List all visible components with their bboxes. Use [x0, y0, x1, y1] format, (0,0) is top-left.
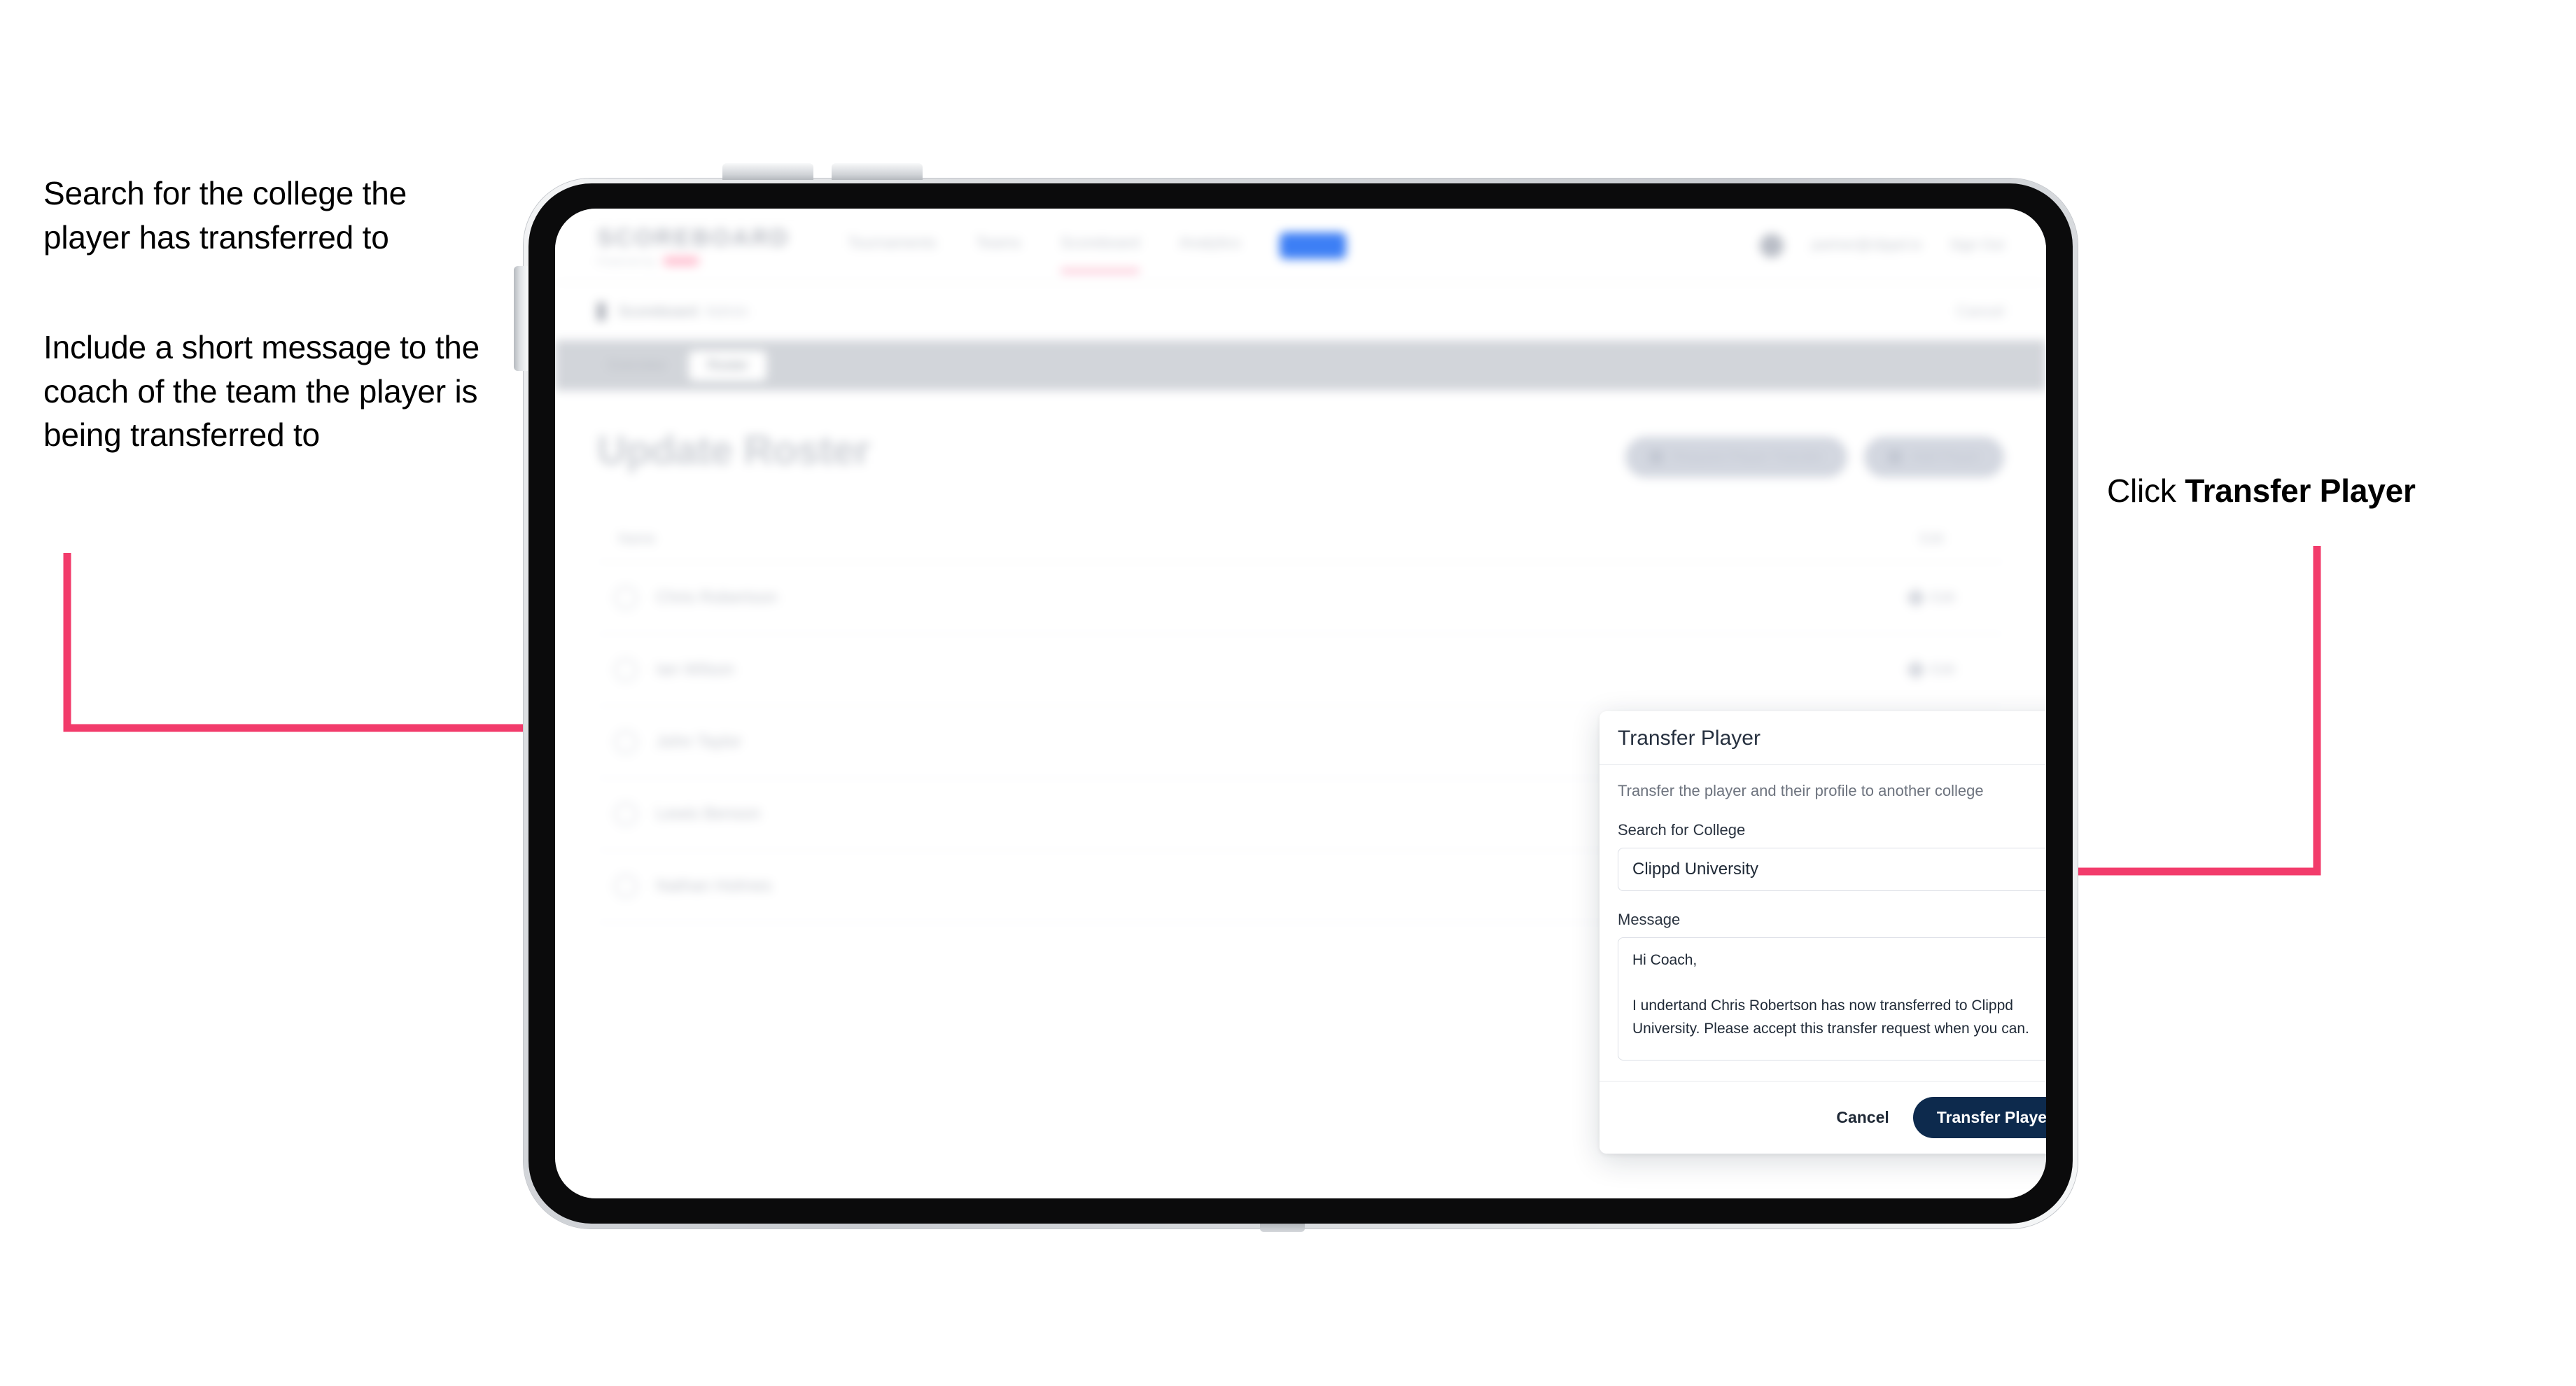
- modal-title: Transfer Player: [1618, 727, 1760, 750]
- search-college-input[interactable]: [1618, 848, 2046, 891]
- row-edit-action[interactable]: Edit: [1905, 587, 2004, 608]
- player-name: Ian Wilson: [656, 660, 735, 679]
- plus-icon: [1888, 450, 1903, 464]
- field-spacer: [1618, 891, 2046, 911]
- column-header-name: Name: [618, 531, 656, 547]
- navbar-links: Tournaments Teams Scoreboard Analytics A…: [848, 232, 1346, 273]
- college-field-label: Search for College: [1618, 821, 1746, 839]
- request-transfer-label: Request Player Transfer: [1672, 449, 1824, 465]
- breadcrumb-icon: [597, 302, 606, 321]
- sign-out-button[interactable]: Sign Out: [1949, 237, 2004, 253]
- table-row[interactable]: Ian Wilson Edit: [597, 634, 2004, 706]
- app-navbar: SCOREBOARD Powered by Tournaments Teams …: [555, 209, 2046, 283]
- add-player-button[interactable]: Add Player: [1864, 437, 2004, 477]
- request-player-transfer-button[interactable]: Request Player Transfer: [1625, 437, 1848, 477]
- page-title-row: Update Roster Request Player Transfer Ad…: [597, 427, 2004, 477]
- row-checkbox[interactable]: [614, 874, 638, 898]
- row-edit-label: Edit: [1931, 662, 1955, 678]
- player-name: Nathan Holmes: [656, 876, 772, 895]
- tablet-bezel: SCOREBOARD Powered by Tournaments Teams …: [528, 183, 2073, 1224]
- page-actions: Request Player Transfer Add Player: [1625, 427, 2004, 477]
- annotation-right-prefix: Click: [2107, 472, 2185, 509]
- row-checkbox[interactable]: [614, 658, 638, 682]
- tab-roster[interactable]: Roster: [689, 350, 767, 381]
- message-field-label: Message: [1618, 911, 1681, 928]
- annotation-click-transfer-player: Click Transfer Player: [2107, 469, 2541, 513]
- modal-body: Transfer the player and their profile to…: [1600, 765, 2046, 1081]
- app-tab-bar: Overview Roster: [555, 340, 2046, 391]
- cancel-button[interactable]: Cancel: [1832, 1107, 1893, 1128]
- message-textarea[interactable]: Hi Coach, I undertand Chris Robertson ha…: [1618, 937, 2046, 1060]
- avatar[interactable]: [1760, 233, 1784, 258]
- nav-link-analytics[interactable]: Analytics: [1179, 234, 1240, 258]
- annotation-right-bold: Transfer Player: [2185, 472, 2416, 509]
- row-checkbox[interactable]: [614, 730, 638, 754]
- pencil-icon: [1905, 587, 1926, 608]
- nav-link-teams[interactable]: Teams: [976, 234, 1021, 258]
- row-checkbox[interactable]: [614, 802, 638, 826]
- page-title: Update Roster: [597, 428, 870, 473]
- brand-powered-by: Powered by: [597, 255, 656, 267]
- transfer-player-button[interactable]: Transfer Player: [1912, 1097, 2046, 1138]
- user-email: partner@clippd.io: [1812, 237, 1922, 253]
- column-header-edit: Edit: [1919, 531, 1944, 547]
- row-checkbox[interactable]: [614, 586, 638, 610]
- nav-link-scoreboard[interactable]: Scoreboard: [1060, 234, 1140, 273]
- volume-up-button: [722, 163, 813, 180]
- transfer-player-modal: Transfer Player Transfer the player and …: [1600, 711, 2046, 1154]
- tablet-device-frame: SCOREBOARD Powered by Tournaments Teams …: [524, 178, 2078, 1228]
- nav-link-tournaments[interactable]: Tournaments: [848, 234, 937, 258]
- table-header-row: Name Edit: [597, 517, 2004, 562]
- brand-clippd-badge: [662, 255, 699, 266]
- power-button: [514, 266, 528, 371]
- volume-down-button: [832, 163, 923, 180]
- breadcrumb: Scoreboard Admin Cancel: [555, 283, 2046, 340]
- brand-subline: Powered by: [597, 255, 790, 267]
- player-name: Lewis Benson: [656, 804, 761, 823]
- nav-pill-admin[interactable]: Admin: [1280, 232, 1346, 259]
- modal-header: Transfer Player: [1600, 711, 2046, 765]
- navbar-user-area: partner@clippd.io Sign Out: [1760, 233, 2004, 258]
- pencil-icon: [1905, 659, 1926, 680]
- row-edit-action[interactable]: Edit: [1905, 659, 2004, 680]
- breadcrumb-sub: Admin: [704, 302, 749, 320]
- annotation-search-college: Search for the college the player has tr…: [43, 175, 407, 255]
- breadcrumb-cancel[interactable]: Cancel: [1956, 302, 2004, 321]
- tablet-screen: SCOREBOARD Powered by Tournaments Teams …: [555, 209, 2046, 1198]
- add-player-label: Add Player: [1912, 449, 1980, 465]
- row-edit-label: Edit: [1931, 589, 1955, 606]
- breadcrumb-main[interactable]: Scoreboard: [618, 302, 698, 321]
- tab-overview[interactable]: Overview: [589, 351, 683, 381]
- player-name: John Taylor: [656, 732, 742, 751]
- table-row[interactable]: Chris Robertson Edit: [597, 562, 2004, 634]
- annotation-include-message: Include a short message to the coach of …: [43, 329, 480, 454]
- modal-description: Transfer the player and their profile to…: [1618, 782, 1984, 799]
- modal-footer: Cancel Transfer Player: [1600, 1081, 2046, 1154]
- player-name: Chris Robertson: [656, 588, 778, 607]
- swap-icon: [1648, 450, 1663, 464]
- charging-port: [1260, 1224, 1305, 1232]
- brand-wordmark: SCOREBOARD: [597, 224, 790, 251]
- brand-logo[interactable]: SCOREBOARD Powered by: [597, 225, 790, 267]
